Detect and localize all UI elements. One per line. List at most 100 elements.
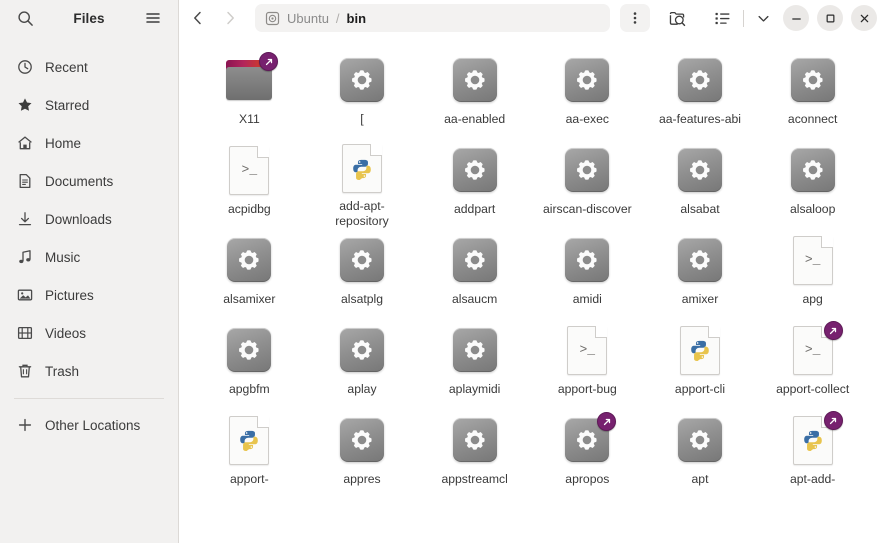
file-item[interactable]: alsaucm [418,226,531,316]
breadcrumb-separator: / [335,10,340,26]
file-item[interactable]: X11 [193,46,306,136]
file-icon-wrap [449,54,501,106]
file-item[interactable]: apt [644,406,757,496]
file-item[interactable]: amidi [531,226,644,316]
file-name-label: aconnect [787,112,838,126]
symlink-emblem-icon [823,321,843,340]
sidebar-item-downloads[interactable]: Downloads [0,200,178,238]
file-name-label: apg [802,292,823,306]
sidebar-item-home[interactable]: Home [0,124,178,162]
file-item[interactable]: apport-cli [644,316,757,406]
sidebar-item-label: Starred [45,97,90,113]
file-item[interactable]: appres [306,406,419,496]
search-icon[interactable] [12,5,38,31]
sidebar-item-label: Music [45,249,81,265]
file-icon-wrap [336,54,388,106]
sidebar-item-pictures[interactable]: Pictures [0,276,178,314]
breadcrumb[interactable]: Ubuntu / bin [255,4,610,32]
forward-button[interactable] [215,4,245,32]
file-name-label: appstreamcl [441,472,508,486]
close-button[interactable] [851,5,877,31]
breadcrumb-item-ubuntu[interactable]: Ubuntu [287,11,329,26]
three-dot-menu-icon[interactable] [620,4,650,32]
minimize-button[interactable] [783,5,809,31]
app-title: Files [73,10,105,26]
list-view-icon[interactable] [708,4,736,32]
sidebar-item-trash[interactable]: Trash [0,352,178,390]
file-item[interactable]: appstreamcl [418,406,531,496]
sidebar-item-recent[interactable]: Recent [0,48,178,86]
sidebar-item-label: Downloads [45,211,112,227]
file-item[interactable]: apt-add- [756,406,869,496]
file-item[interactable]: aconnect [756,46,869,136]
file-icon-wrap [449,144,501,196]
executable-gear-icon [227,238,272,282]
file-item[interactable]: amixer [644,226,757,316]
toolbar: Ubuntu / bin [179,0,883,36]
sidebar-item-label: Home [45,135,82,151]
file-item[interactable]: alsamixer [193,226,306,316]
file-item[interactable]: apropos [531,406,644,496]
sidebar-item-other-locations[interactable]: Other Locations [0,406,178,444]
file-item[interactable]: alsatplg [306,226,419,316]
file-icon-wrap [561,144,613,196]
file-icon-wrap [787,54,839,106]
file-item[interactable]: aplay [306,316,419,406]
music-note-icon [16,249,33,266]
plus-icon [16,417,33,434]
script-file-icon: >_ [567,325,608,375]
executable-gear-icon [677,418,722,462]
executable-gear-icon [452,238,497,282]
file-name-label: amidi [572,292,602,306]
back-button[interactable] [183,4,213,32]
file-item[interactable]: aplaymidi [418,316,531,406]
sidebar-item-documents[interactable]: Documents [0,162,178,200]
file-name-label: add-apt-repository [335,199,389,228]
file-item[interactable]: alsabat [644,136,757,226]
file-item[interactable]: add-apt-repository [306,136,419,228]
breadcrumb-item-bin[interactable]: bin [347,11,367,26]
file-item[interactable]: [ [306,46,419,136]
file-name-label: alsaloop [789,202,836,216]
executable-gear-icon [339,58,384,102]
file-item[interactable]: aa-enabled [418,46,531,136]
file-grid-container[interactable]: X11 [aa-enabled aa-exec aa-features-abi acon… [179,36,883,543]
executable-gear-icon [790,58,835,102]
file-item[interactable]: alsaloop [756,136,869,226]
sidebar-item-label: Videos [45,325,87,341]
sidebar-item-music[interactable]: Music [0,238,178,276]
file-name-label: addpart [453,202,496,216]
python-file-icon [341,144,382,193]
file-name-label: apgbfm [229,382,270,396]
sidebar-places-list: Recent Starred Home Documents Downloads … [0,48,178,444]
file-item[interactable]: apgbfm [193,316,306,406]
script-file-icon: >_ [792,235,833,285]
chevron-down-icon[interactable] [751,4,775,32]
file-name-label: alsaucm [451,292,498,306]
file-item[interactable]: addpart [418,136,531,226]
folder-search-icon[interactable] [662,4,692,32]
file-item[interactable]: aa-features-abi [644,46,757,136]
file-item[interactable]: >_ acpidbg [193,136,306,226]
sidebar-item-starred[interactable]: Starred [0,86,178,124]
document-icon [16,173,33,190]
file-item[interactable]: >_ apport-bug [531,316,644,406]
executable-gear-icon [452,148,497,192]
symlink-emblem-icon [259,52,279,71]
sidebar-item-videos[interactable]: Videos [0,314,178,352]
hamburger-menu-icon[interactable] [140,5,166,31]
file-item[interactable]: >_apg [756,226,869,316]
file-name-label: appres [343,472,381,486]
file-icon-wrap: >_ [787,321,843,376]
file-item[interactable]: apport- [193,406,306,496]
file-item[interactable]: aa-exec [531,46,644,136]
executable-gear-icon [339,238,384,282]
file-item[interactable]: >_ apport-collect [756,316,869,406]
maximize-button[interactable] [817,5,843,31]
executable-gear-icon [565,58,610,102]
file-icon-wrap [674,54,726,106]
file-item[interactable]: airscan-discover [531,136,644,226]
file-icon-wrap [561,234,613,286]
file-name-label: apport- [230,472,269,486]
executable-gear-icon [677,58,722,102]
